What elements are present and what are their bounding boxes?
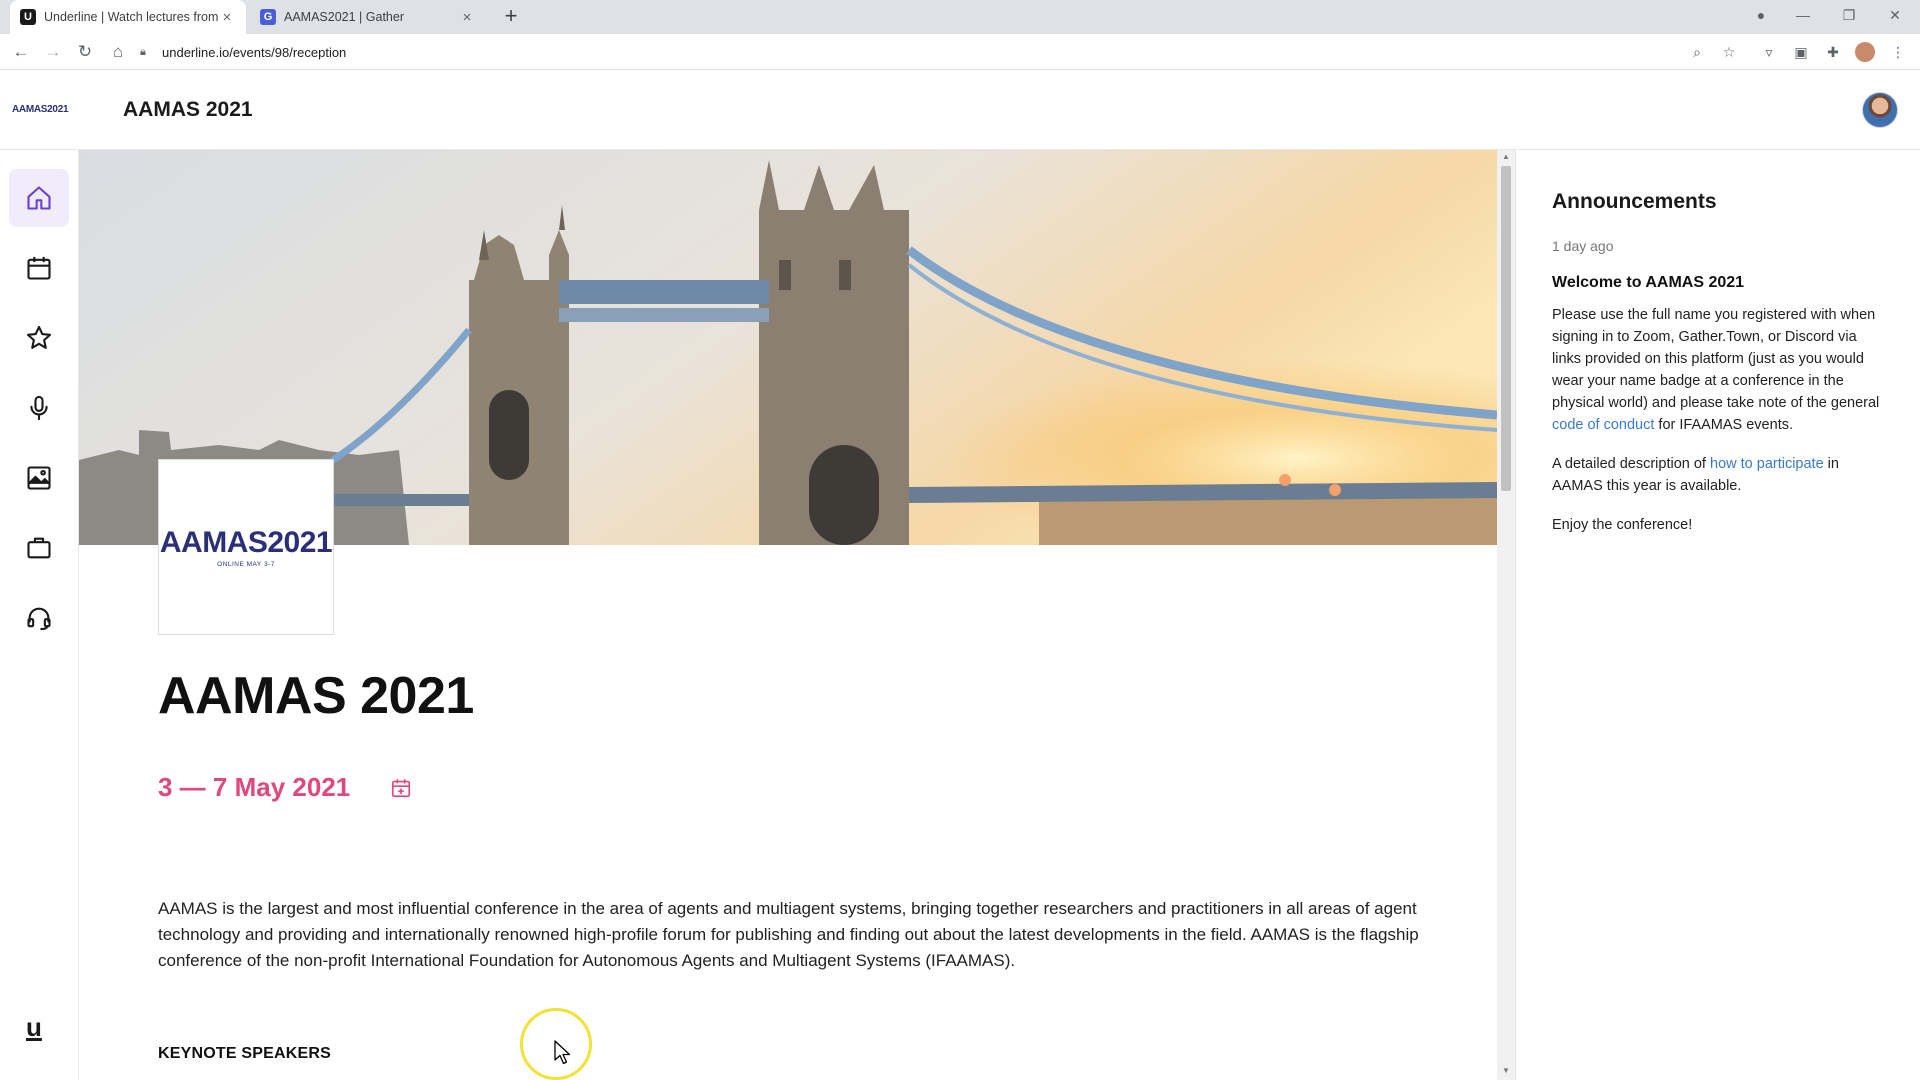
new-tab-button[interactable]: + [498,4,524,30]
code-of-conduct-link[interactable]: code of conduct [1552,417,1654,433]
sidebar: u [0,150,79,1080]
calendar-icon [27,256,51,280]
home-browser-icon[interactable]: ⌂ [106,40,130,64]
announcement-text: A detailed description of [1552,456,1710,472]
event-dates: 3 — 7 May 2021 [158,772,412,803]
browser-menu-icon[interactable]: ⋮ [1888,42,1908,62]
main-scrollbar[interactable]: ▲ ▼ [1497,150,1515,1080]
sidebar-item-posters[interactable] [9,449,69,507]
close-tab-icon[interactable]: × [458,9,476,26]
headset-icon [27,607,51,631]
sidebar-item-home[interactable] [9,169,69,227]
star-icon [26,325,52,349]
announcement-text: for IFAAMAS events. [1654,417,1793,433]
announcement-paragraph: Please use the full name you registered … [1552,304,1882,436]
briefcase-icon [27,537,51,559]
pocket-icon[interactable]: ▿ [1759,42,1779,62]
announcement-closing: Enjoy the conference! [1552,517,1693,533]
browser-toolbar: ← → ↻ ⌂ 🔒︎ underline.io/events/98/recept… [0,34,1920,70]
add-to-calendar-icon[interactable] [390,777,412,799]
microphone-icon [30,395,48,421]
close-tab-icon[interactable]: × [218,9,236,26]
underline-logo[interactable]: u [26,1012,42,1043]
logo-card-title: AAMAS2021 [159,526,333,559]
app-header: AAMAS2021 AAMAS 2021 [0,70,1920,150]
bookmark-star-icon[interactable]: ☆ [1719,42,1739,62]
extension-icon[interactable]: ▣ [1791,42,1811,62]
mouse-cursor-icon [554,1040,571,1065]
puzzle-extensions-icon[interactable]: ✚ [1823,42,1843,62]
browser-tab-underline[interactable]: U Underline | Watch lectures from t × [10,0,246,34]
announcement-body: Please use the full name you registered … [1552,304,1882,536]
scroll-up-icon[interactable]: ▲ [1501,152,1511,162]
lock-icon: 🔒︎ [140,45,146,58]
browser-tab-gather[interactable]: G AAMAS2021 | Gather × [250,0,486,34]
forward-icon[interactable]: → [41,40,65,64]
how-to-participate-link[interactable]: how to participate [1710,456,1824,472]
sidebar-item-talks[interactable] [9,379,69,437]
close-window-icon[interactable]: ✕ [1872,0,1918,30]
sidebar-item-support[interactable] [9,589,69,647]
scroll-down-icon[interactable]: ▼ [1501,1066,1511,1076]
underline-favicon-icon: U [20,9,36,25]
event-logo[interactable]: AAMAS2021 [12,104,69,115]
event-title: AAMAS 2021 [123,98,253,121]
announcement-timestamp: 1 day ago [1552,238,1614,254]
reload-icon[interactable]: ↻ [73,40,97,64]
tab-title: AAMAS2021 | Gather [284,10,404,24]
event-description: AAMAS is the largest and most influentia… [158,899,1419,970]
url-text: underline.io/events/98/reception [162,44,347,60]
profile-avatar-icon[interactable] [1855,42,1875,62]
announcements-panel: Announcements 1 day ago Welcome to AAMAS… [1515,150,1920,1080]
sidebar-item-favorites[interactable] [9,309,69,367]
sidebar-item-expo[interactable] [9,519,69,577]
back-icon[interactable]: ← [9,40,33,64]
tab-search-icon[interactable]: ● [1738,0,1784,30]
announcements-heading: Announcements [1552,190,1717,213]
restore-icon[interactable]: ❐ [1826,0,1872,30]
page-title: AAMAS 2021 [158,667,474,725]
logo-card-subtitle: ONLINE MAY 3-7 [217,561,275,568]
main-content: AAMAS2021 ONLINE MAY 3-7 AAMAS 2021 3 — … [79,150,1497,1080]
announcement-text: Please use the full name you registered … [1552,307,1880,411]
tab-title: Underline | Watch lectures from t [44,10,218,24]
user-avatar[interactable] [1862,92,1898,128]
gather-favicon-icon: G [260,9,276,25]
event-logo-card: AAMAS2021 ONLINE MAY 3-7 [158,459,334,635]
keynote-speakers-heading: KEYNOTE SPEAKERS [158,1045,332,1062]
home-icon [27,186,51,210]
announcement-title: Welcome to AAMAS 2021 [1552,274,1745,291]
address-bar[interactable]: 🔒︎ underline.io/events/98/reception [140,38,1720,66]
scrollbar-thumb[interactable] [1501,166,1511,491]
announcement-paragraph: A detailed description of how to partici… [1552,453,1882,497]
image-icon [27,466,51,490]
event-date-text: 3 — 7 May 2021 [158,772,351,802]
sidebar-item-schedule[interactable] [9,239,69,297]
zoom-icon[interactable]: ⌕ [1687,42,1707,62]
minimize-icon[interactable]: — [1780,0,1826,30]
browser-tab-strip: U Underline | Watch lectures from t × G … [0,0,1920,34]
